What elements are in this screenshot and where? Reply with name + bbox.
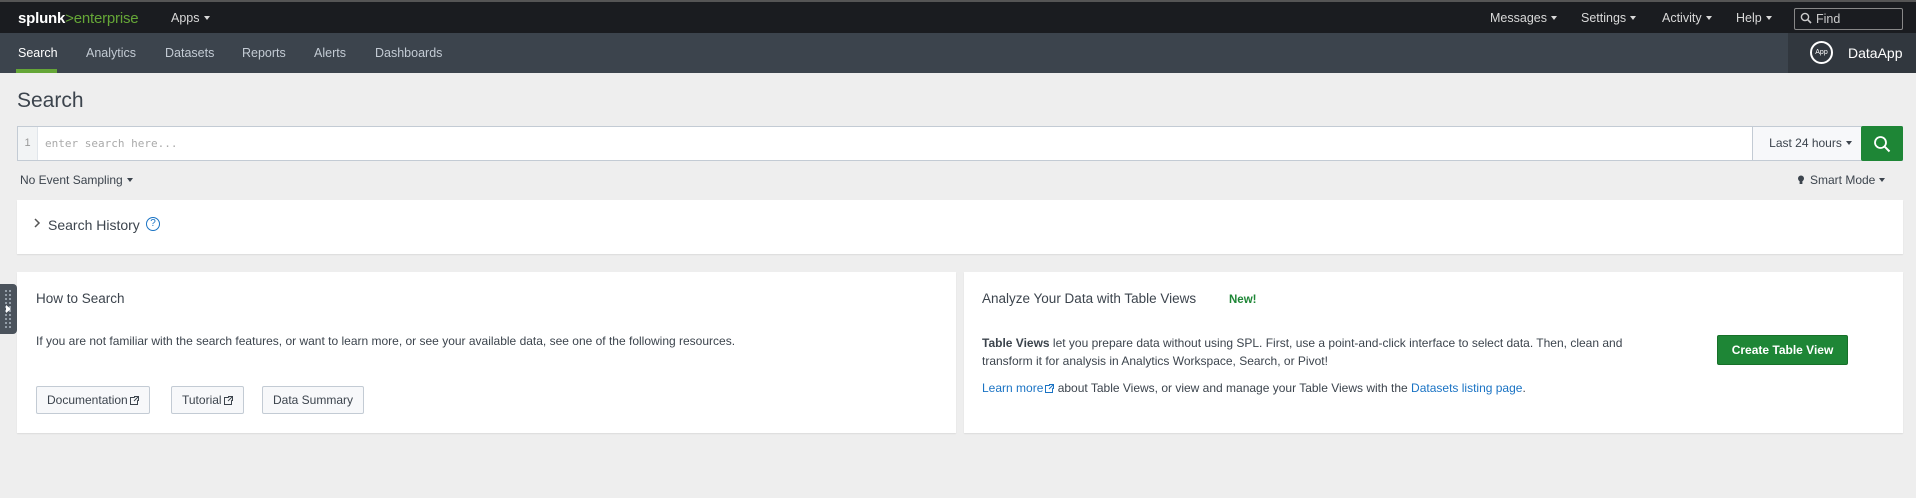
tutorial-button[interactable]: Tutorial [171, 386, 244, 414]
search-mode-dropdown[interactable]: Smart Mode [1797, 173, 1886, 187]
search-icon [1800, 12, 1812, 24]
app-name: DataApp [1848, 45, 1903, 61]
app-icon: App [1810, 41, 1833, 64]
how-to-search-title: How to Search [36, 291, 125, 306]
tab-analytics[interactable]: Analytics [86, 46, 136, 60]
chevron-down-icon [1630, 16, 1637, 20]
create-table-view-button[interactable]: Create Table View [1717, 335, 1848, 365]
chevron-down-icon [1845, 141, 1852, 145]
table-views-description: Table Views let you prepare data without… [982, 336, 1623, 368]
learn-more-link[interactable]: Learn more [982, 381, 1055, 395]
search-input[interactable]: enter search here... [45, 137, 177, 150]
settings-menu[interactable]: Settings [1581, 11, 1637, 25]
how-to-search-text: If you are not familiar with the search … [36, 334, 736, 348]
line-number: 1 [18, 127, 38, 160]
sidebar-drag-handle[interactable] [0, 284, 17, 334]
lightbulb-icon [1798, 175, 1804, 184]
search-bar: 1 enter search here... Last 24 hours [17, 126, 1903, 161]
active-tab-indicator [16, 69, 57, 73]
chevron-right-icon[interactable] [33, 216, 41, 231]
datasets-listing-link[interactable]: Datasets listing page [1411, 381, 1522, 395]
event-sampling-dropdown[interactable]: No Event Sampling [20, 173, 133, 187]
help-icon[interactable]: ? [146, 217, 160, 231]
apps-menu[interactable]: Apps [171, 11, 210, 25]
splunk-logo[interactable]: splunk>enterprise [18, 10, 139, 27]
chevron-down-icon [1705, 16, 1712, 20]
data-summary-button[interactable]: Data Summary [262, 386, 365, 414]
table-views-learn-more: Learn more about Table Views, or view an… [982, 381, 1526, 395]
time-range-picker[interactable]: Last 24 hours [1752, 127, 1868, 160]
top-bar: splunk>enterprise Apps Messages Settings… [0, 0, 1916, 33]
chevron-down-icon [1550, 16, 1557, 20]
external-link-icon [129, 396, 139, 405]
search-history-toggle[interactable]: Search History [48, 217, 140, 233]
search-icon [1874, 136, 1891, 153]
how-to-search-panel: How to Search If you are not familiar wi… [17, 272, 956, 433]
table-views-title: Analyze Your Data with Table Views [982, 291, 1197, 306]
help-menu[interactable]: Help [1736, 11, 1772, 25]
search-button[interactable] [1861, 126, 1903, 161]
activity-menu[interactable]: Activity [1662, 11, 1712, 25]
chevron-down-icon [1765, 16, 1772, 20]
chevron-down-icon [126, 178, 133, 182]
chevron-down-icon [1879, 178, 1886, 182]
chevron-down-icon [203, 16, 210, 20]
documentation-button[interactable]: Documentation [36, 386, 150, 414]
find-input[interactable]: Find [1794, 8, 1903, 30]
tab-search[interactable]: Search [18, 46, 58, 60]
play-icon [6, 305, 11, 313]
search-history-panel: Search History ? [17, 200, 1903, 254]
messages-menu[interactable]: Messages [1490, 11, 1557, 25]
external-link-icon [223, 396, 233, 405]
app-nav-bar: Search Analytics Datasets Reports Alerts… [0, 33, 1916, 73]
table-views-panel: Analyze Your Data with Table Views New! … [964, 272, 1903, 433]
app-switcher[interactable]: App DataApp [1788, 33, 1916, 73]
new-badge: New! [1229, 294, 1257, 306]
find-placeholder: Find [1816, 12, 1841, 26]
tab-dashboards[interactable]: Dashboards [375, 46, 442, 60]
tab-alerts[interactable]: Alerts [314, 46, 346, 60]
tab-reports[interactable]: Reports [242, 46, 286, 60]
tab-datasets[interactable]: Datasets [165, 46, 214, 60]
page-title: Search [17, 89, 84, 112]
